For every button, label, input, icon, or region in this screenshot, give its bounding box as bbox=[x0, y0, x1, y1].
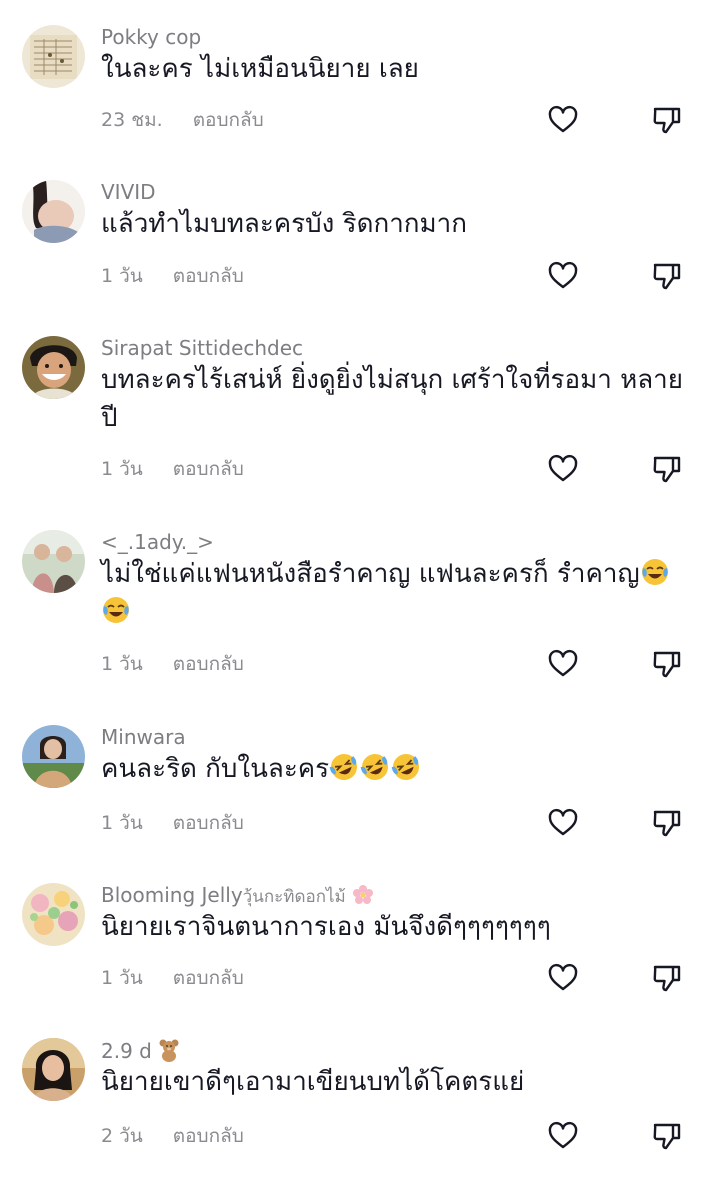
comment-time: 1 วัน bbox=[101, 458, 143, 480]
heart-outline-icon bbox=[547, 807, 579, 839]
comment-text: แล้วทำไมบทละครบัง ริดกากมาก bbox=[101, 209, 468, 239]
reply-button[interactable]: ตอบกลับ bbox=[173, 265, 244, 287]
comment-text: ในละคร ไม่เหมือนนิยาย เลย bbox=[101, 54, 419, 84]
comment-list: Pokky cop ในละคร ไม่เหมือนนิยาย เลย 23 ช… bbox=[0, 0, 703, 1184]
comment-meta: 2 วัน ตอบกลับ bbox=[101, 1124, 244, 1148]
comment-time: 1 วัน bbox=[101, 653, 143, 675]
thumbs-down-outline-icon bbox=[651, 1120, 683, 1152]
like-button[interactable] bbox=[547, 807, 579, 839]
heart-outline-icon bbox=[547, 260, 579, 292]
heart-outline-icon bbox=[547, 1120, 579, 1152]
dislike-button[interactable] bbox=[651, 104, 683, 136]
avatar[interactable] bbox=[22, 336, 85, 399]
comment-meta: 1 วัน ตอบกลับ bbox=[101, 811, 244, 835]
reply-button[interactable]: ตอบกลับ bbox=[193, 109, 264, 131]
comment-meta: 1 วัน ตอบกลับ bbox=[101, 457, 244, 481]
reply-button[interactable]: ตอบกลับ bbox=[173, 812, 244, 834]
comment-text: นิยายเราจินตนาการเอง มันจึงดีๆๆๆๆๆๆๆ bbox=[101, 912, 551, 942]
comment-meta: 23 ชม. ตอบกลับ bbox=[101, 108, 264, 132]
comment-text: บทละครไร้เสน่ห์ ยิ่งดูยิ่งไม่สนุก เศร้าใ… bbox=[101, 365, 683, 433]
rolling-laughing-emoji bbox=[360, 752, 390, 782]
comment-username[interactable]: Blooming Jellyวุ้นกะทิดอกไม้ bbox=[101, 883, 374, 911]
comment-username[interactable]: Pokky cop bbox=[101, 25, 201, 49]
heart-outline-icon bbox=[547, 962, 579, 994]
dislike-button[interactable] bbox=[651, 807, 683, 839]
like-button[interactable] bbox=[547, 1120, 579, 1152]
avatar[interactable] bbox=[22, 180, 85, 243]
reply-button[interactable]: ตอบกลับ bbox=[173, 1125, 244, 1147]
avatar[interactable] bbox=[22, 530, 85, 593]
like-button[interactable] bbox=[547, 453, 579, 485]
comment-meta: 1 วัน ตอบกลับ bbox=[101, 652, 244, 676]
thumbs-down-outline-icon bbox=[651, 104, 683, 136]
like-button[interactable] bbox=[547, 104, 579, 136]
heart-outline-icon bbox=[547, 104, 579, 136]
comment-text: คนละริด กับในละคร bbox=[101, 750, 691, 788]
thumbs-down-outline-icon bbox=[651, 260, 683, 292]
avatar[interactable] bbox=[22, 25, 85, 88]
heart-outline-icon bbox=[547, 648, 579, 680]
comment-text: นิยายเขาดีๆเอามาเขียนบทได้โคตรแย่ bbox=[101, 1067, 525, 1097]
thumbs-down-outline-icon bbox=[651, 962, 683, 994]
like-button[interactable] bbox=[547, 260, 579, 292]
heart-outline-icon bbox=[547, 453, 579, 485]
dislike-button[interactable] bbox=[651, 453, 683, 485]
thumbs-down-outline-icon bbox=[651, 453, 683, 485]
reply-button[interactable]: ตอบกลับ bbox=[173, 967, 244, 989]
rolling-laughing-emoji bbox=[329, 752, 359, 782]
cherry-blossom-emoji bbox=[352, 884, 374, 911]
thumbs-down-outline-icon bbox=[651, 807, 683, 839]
comment-time: 1 วัน bbox=[101, 967, 143, 989]
reply-button[interactable]: ตอบกลับ bbox=[173, 458, 244, 480]
reply-button[interactable]: ตอบกลับ bbox=[173, 653, 244, 675]
comment-meta: 1 วัน ตอบกลับ bbox=[101, 966, 244, 990]
comment-text: ไม่ใช่แค่แฟนหนังสือรำคาญ แฟนละครก็ รำคาญ bbox=[101, 555, 691, 631]
comment-meta: 1 วัน ตอบกลับ bbox=[101, 264, 244, 288]
dislike-button[interactable] bbox=[651, 260, 683, 292]
comment-time: 23 ชม. bbox=[101, 109, 163, 131]
comment-username[interactable]: Minwara bbox=[101, 725, 186, 749]
dislike-button[interactable] bbox=[651, 1120, 683, 1152]
comment-time: 1 วัน bbox=[101, 265, 143, 287]
dislike-button[interactable] bbox=[651, 648, 683, 680]
tears-of-joy-emoji bbox=[101, 595, 131, 625]
comment-username[interactable]: Sirapat Sittidechdec bbox=[101, 336, 303, 360]
comment-time: 2 วัน bbox=[101, 1125, 143, 1147]
avatar[interactable] bbox=[22, 883, 85, 946]
tears-of-joy-emoji bbox=[640, 557, 670, 587]
comment-username[interactable]: <_.1ady._> bbox=[101, 530, 214, 554]
thumbs-down-outline-icon bbox=[651, 648, 683, 680]
avatar[interactable] bbox=[22, 1038, 85, 1101]
username-suffix: วุ้นกะทิดอกไม้ bbox=[242, 887, 346, 907]
like-button[interactable] bbox=[547, 962, 579, 994]
dislike-button[interactable] bbox=[651, 962, 683, 994]
comment-username[interactable]: VIVID bbox=[101, 180, 156, 204]
comment-time: 1 วัน bbox=[101, 812, 143, 834]
avatar[interactable] bbox=[22, 725, 85, 788]
like-button[interactable] bbox=[547, 648, 579, 680]
rolling-laughing-emoji bbox=[391, 752, 421, 782]
